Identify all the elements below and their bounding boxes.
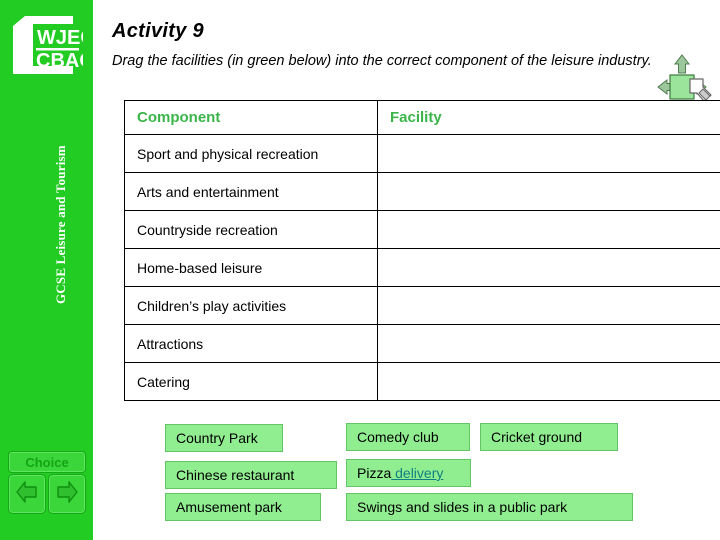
page-title: Activity 9 [112,20,204,42]
column-header-component: Component [124,100,378,135]
wjec-cbac-logo: WJEC CBAC [11,14,83,76]
cell-facility-dropzone[interactable] [377,362,720,401]
table-row: Home-based leisure [124,248,720,287]
sidebar: WJEC CBAC GCSE Leisure and Tourism Choic… [0,0,93,540]
svg-text:CBAC: CBAC [36,50,83,72]
cell-facility-dropzone[interactable] [377,286,720,325]
cell-facility-dropzone[interactable] [377,210,720,249]
nav-back-button[interactable] [8,474,46,514]
slide-content: Activity 9 Drag the facilities (in green… [93,0,720,540]
component-facility-table: Component Facility Sport and physical re… [124,100,720,401]
chip-text-plain: Pizza [357,465,392,481]
cell-facility-dropzone[interactable] [377,324,720,363]
svg-text:WJEC: WJEC [37,27,83,49]
facility-chip-comedy-club[interactable]: Comedy club [346,423,470,451]
facility-chip-country-park[interactable]: Country Park [165,424,283,452]
table-row: Catering [124,362,720,401]
table-row: Children’s play activities [124,286,720,325]
facility-chip-amusement-park[interactable]: Amusement park [165,493,321,521]
cell-component: Catering [124,362,378,401]
facility-chip-chinese-restaurant[interactable]: Chinese restaurant [165,461,337,489]
course-title: GCSE Leisure and Tourism [53,145,68,304]
cell-facility-dropzone[interactable] [377,172,720,211]
cell-component: Attractions [124,324,378,363]
facility-chip-cricket-ground[interactable]: Cricket ground [480,423,618,451]
arrow-left-icon [9,479,45,507]
cell-facility-dropzone[interactable] [377,134,720,173]
cell-component: Arts and entertainment [124,172,378,211]
cell-facility-dropzone[interactable] [377,248,720,287]
table-header-row: Component Facility [124,100,720,135]
facility-chip-swings-and-slides[interactable]: Swings and slides in a public park [346,493,633,521]
arrow-right-icon [49,479,85,507]
table-row: Arts and entertainment [124,172,720,211]
column-header-facility: Facility [377,100,720,135]
cell-component: Home-based leisure [124,248,378,287]
chip-text-link[interactable]: delivery [391,465,443,481]
cell-component: Countryside recreation [124,210,378,249]
table-row: Sport and physical recreation [124,134,720,173]
choice-button[interactable]: Choice [8,451,86,473]
cell-component: Children’s play activities [124,286,378,325]
nav-forward-button[interactable] [48,474,86,514]
cell-component: Sport and physical recreation [124,134,378,173]
instruction-text: Drag the facilities (in green below) int… [112,53,652,69]
facility-chip-pizza-delivery[interactable]: Pizza delivery [346,459,471,487]
table-row: Attractions [124,324,720,363]
table-row: Countryside recreation [124,210,720,249]
